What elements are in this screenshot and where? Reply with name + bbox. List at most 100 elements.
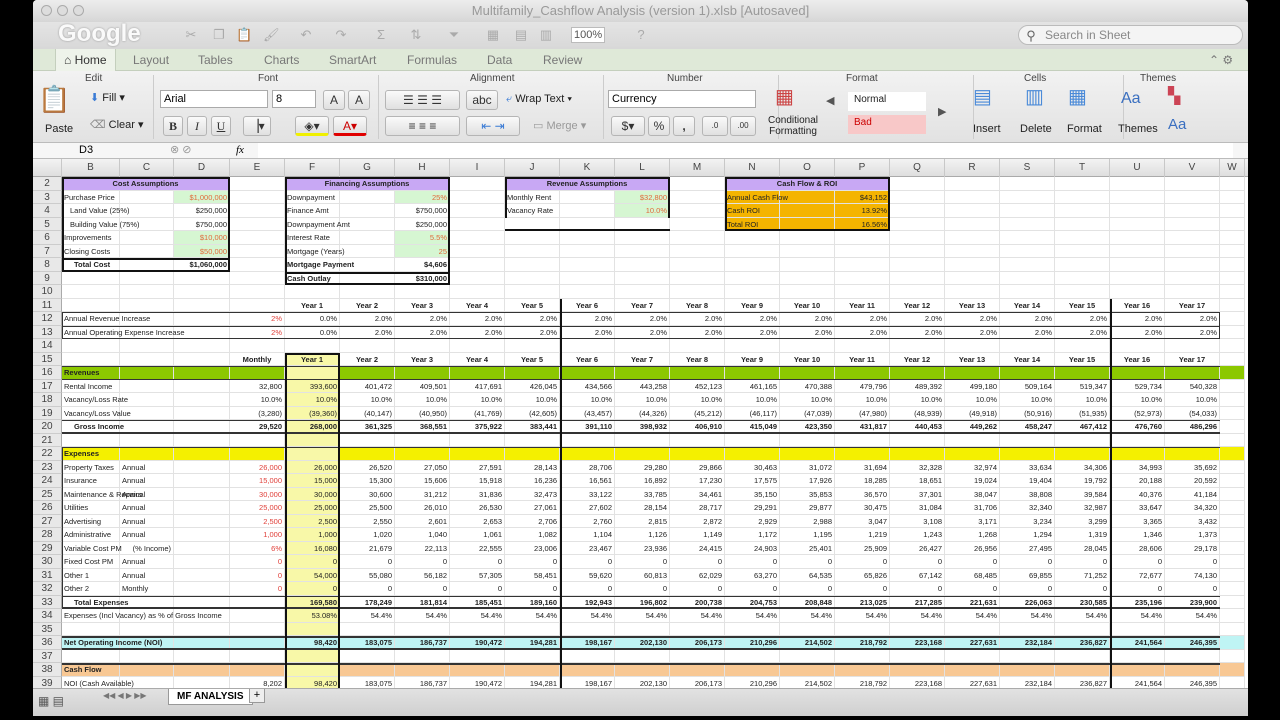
- cell-S30[interactable]: 0: [1000, 555, 1055, 569]
- cell-M2[interactable]: [670, 177, 725, 191]
- cell-H33[interactable]: 181,814: [395, 595, 450, 609]
- cell-Q33[interactable]: 217,285: [890, 595, 945, 609]
- cell-I27[interactable]: 2,653: [450, 514, 505, 528]
- cell-V31[interactable]: 74,130: [1165, 568, 1220, 582]
- cell-T20[interactable]: 467,412: [1055, 420, 1110, 434]
- cell-G34[interactable]: 54.4%: [340, 609, 395, 623]
- redo-icon[interactable]: ↷: [333, 27, 349, 43]
- cell-D8[interactable]: $1,060,000: [174, 258, 230, 272]
- cell-B11[interactable]: [62, 298, 120, 312]
- cell-K15[interactable]: Year 6: [560, 352, 615, 366]
- cell-L23[interactable]: 29,280: [615, 460, 670, 474]
- function-icon[interactable]: fx: [236, 143, 244, 158]
- cell-T19[interactable]: (51,935): [1055, 406, 1110, 420]
- cell-O4[interactable]: [780, 204, 835, 218]
- percent-button[interactable]: %: [648, 116, 670, 136]
- cell-D10[interactable]: [174, 285, 230, 299]
- row-header-24[interactable]: 24: [33, 474, 62, 488]
- cell-W11[interactable]: [1220, 298, 1245, 312]
- cell-O23[interactable]: 31,072: [780, 460, 835, 474]
- row-header-8[interactable]: 8: [33, 258, 62, 272]
- cell-I31[interactable]: 57,305: [450, 568, 505, 582]
- cell-O17[interactable]: 470,388: [780, 379, 835, 393]
- cell-F18[interactable]: 10.0%: [285, 393, 340, 407]
- cell-K20[interactable]: 391,110: [560, 420, 615, 434]
- cell-I6[interactable]: [450, 231, 505, 245]
- cell-B33[interactable]: Total Expenses: [62, 595, 128, 609]
- conditional-formatting-icon[interactable]: ▦: [775, 87, 794, 107]
- cell-K22[interactable]: [560, 447, 615, 461]
- cell-U2[interactable]: [1110, 177, 1165, 191]
- cell-S32[interactable]: 0: [1000, 582, 1055, 596]
- cell-V12[interactable]: 2.0%: [1165, 312, 1220, 326]
- cell-M37[interactable]: [670, 649, 725, 663]
- cell-N10[interactable]: [725, 285, 780, 299]
- column-header-F[interactable]: F: [285, 159, 340, 177]
- cell-F23[interactable]: 26,000: [285, 460, 340, 474]
- cell-R37[interactable]: [945, 649, 1000, 663]
- cell-C37[interactable]: [120, 649, 174, 663]
- cell-Q23[interactable]: 32,328: [890, 460, 945, 474]
- cell-Q14[interactable]: [890, 339, 945, 353]
- cell-G23[interactable]: 26,520: [340, 460, 395, 474]
- cell-J8[interactable]: [505, 258, 560, 272]
- cell-E11[interactable]: [230, 298, 285, 312]
- style-normal[interactable]: Normal: [848, 92, 926, 111]
- cell-P10[interactable]: [835, 285, 890, 299]
- cell-C25[interactable]: Annual: [120, 487, 174, 501]
- cell-M22[interactable]: [670, 447, 725, 461]
- cell-F35[interactable]: [285, 622, 340, 636]
- cell-I36[interactable]: 190,472: [450, 636, 505, 650]
- row-header-21[interactable]: 21: [33, 433, 62, 447]
- cell-D37[interactable]: [174, 649, 230, 663]
- cell-H31[interactable]: 56,182: [395, 568, 450, 582]
- cancel-formula-icon[interactable]: ⊗ ⊘: [170, 143, 192, 158]
- cell-P23[interactable]: 31,694: [835, 460, 890, 474]
- cell-O8[interactable]: [780, 258, 835, 272]
- cell-B24[interactable]: Insurance: [62, 474, 120, 488]
- cell-P19[interactable]: (47,980): [835, 406, 890, 420]
- cell-C7[interactable]: [120, 244, 174, 258]
- row-header-13[interactable]: 13: [33, 325, 62, 339]
- cell-P27[interactable]: 3,047: [835, 514, 890, 528]
- cell-S15[interactable]: Year 14: [1000, 352, 1055, 366]
- cell-F19[interactable]: (39,360): [285, 406, 340, 420]
- cell-O26[interactable]: 29,877: [780, 501, 835, 515]
- cell-F22[interactable]: [285, 447, 340, 461]
- paste-button[interactable]: Paste: [45, 121, 73, 137]
- cell-N34[interactable]: 54.4%: [725, 609, 780, 623]
- column-header-K[interactable]: K: [560, 159, 615, 177]
- cell-K29[interactable]: 23,467: [560, 541, 615, 555]
- cell-P34[interactable]: 54.4%: [835, 609, 890, 623]
- row-header-14[interactable]: 14: [33, 339, 62, 353]
- cell-D30[interactable]: [174, 555, 230, 569]
- cell-J14[interactable]: [505, 339, 560, 353]
- cell-O33[interactable]: 208,848: [780, 595, 835, 609]
- row-header-25[interactable]: 25: [33, 487, 62, 501]
- row-header-10[interactable]: 10: [33, 285, 62, 299]
- cell-O22[interactable]: [780, 447, 835, 461]
- cell-P25[interactable]: 36,570: [835, 487, 890, 501]
- cell-J18[interactable]: 10.0%: [505, 393, 560, 407]
- cell-K26[interactable]: 27,602: [560, 501, 615, 515]
- cell-N39[interactable]: 210,296: [725, 676, 780, 688]
- cell-G13[interactable]: 2.0%: [340, 325, 395, 339]
- cell-G26[interactable]: 25,500: [340, 501, 395, 515]
- ribbon-settings-icon[interactable]: ⌃ ⚙: [1201, 49, 1241, 71]
- cell-L17[interactable]: 443,258: [615, 379, 670, 393]
- cell-G25[interactable]: 30,600: [340, 487, 395, 501]
- cell-T18[interactable]: 10.0%: [1055, 393, 1110, 407]
- cell-D22[interactable]: [174, 447, 230, 461]
- cell-S39[interactable]: 232,184: [1000, 676, 1055, 688]
- cell-Q9[interactable]: [890, 271, 945, 285]
- column-header-L[interactable]: L: [615, 159, 670, 177]
- cell-R12[interactable]: 2.0%: [945, 312, 1000, 326]
- cell-M16[interactable]: [670, 366, 725, 380]
- cell-D3[interactable]: $1,000,000: [174, 190, 230, 204]
- cell-O24[interactable]: 17,926: [780, 474, 835, 488]
- cell-N38[interactable]: [725, 663, 780, 677]
- column-header-O[interactable]: O: [780, 159, 835, 177]
- delete-button[interactable]: Delete: [1020, 121, 1052, 137]
- cell-Q11[interactable]: Year 12: [890, 298, 945, 312]
- cell-H9[interactable]: $310,000: [395, 271, 450, 285]
